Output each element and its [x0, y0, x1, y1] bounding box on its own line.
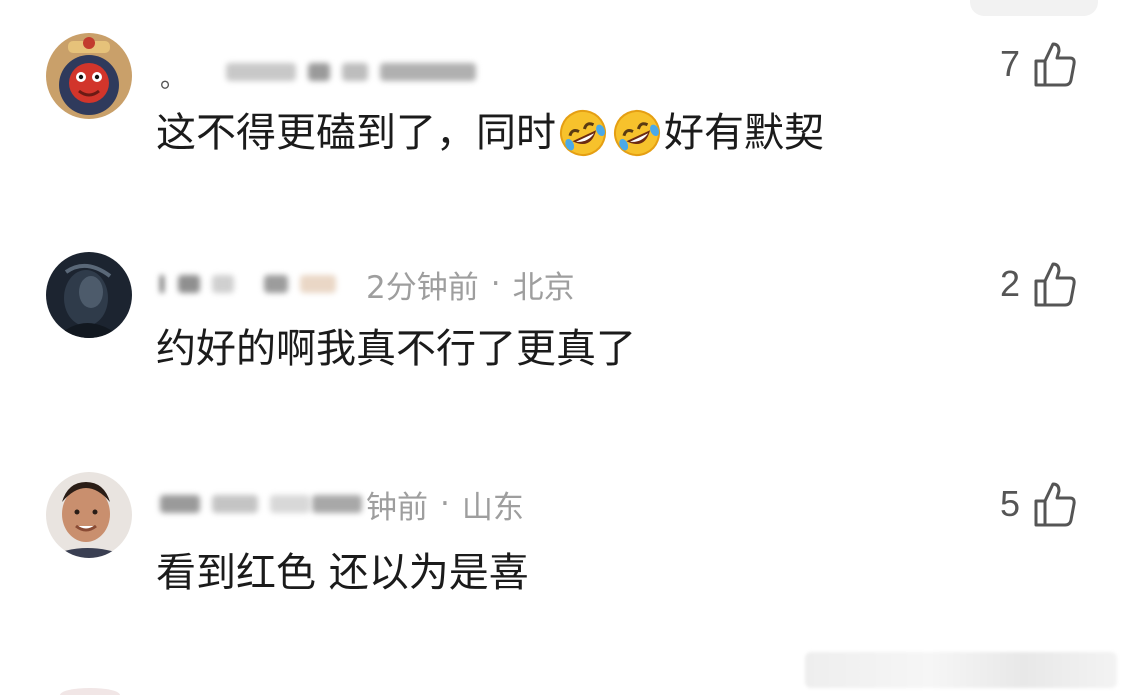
meta-separator: ·: [440, 486, 450, 522]
comment-meta: 钟前 · 山东: [160, 484, 524, 526]
comment-meta: 。: [160, 52, 488, 94]
blurred-username: [308, 63, 331, 81]
blurred-username: [226, 63, 297, 81]
comment-text-part: 约好的啊我真不行了更真了: [156, 326, 636, 372]
blurred-username: [212, 495, 258, 513]
comment-item: 。 这不得更磕到了，同时 好有默契 7: [0, 0, 1130, 200]
comment-meta: 2分钟前 · 北京: [160, 264, 575, 306]
thumbs-up-icon: [1034, 482, 1076, 527]
avatar[interactable]: [46, 472, 132, 558]
thumbs-up-icon: [1034, 42, 1076, 87]
like-button[interactable]: 2: [1000, 254, 1078, 314]
meta-separator: ·: [490, 266, 501, 302]
avatar[interactable]: [46, 33, 132, 119]
comment-text-part: 看到红色 还以为是喜: [156, 550, 529, 596]
comment-location: 北京: [512, 269, 575, 306]
comment-text: 约好的啊我真不行了更真了: [156, 323, 636, 375]
like-button[interactable]: 5: [1000, 474, 1078, 534]
rofl-emoji-icon: [614, 110, 660, 156]
blurred-username: [264, 275, 288, 293]
avatar-image: [46, 252, 132, 338]
comment-text: 看到红色 还以为是喜: [156, 547, 529, 599]
like-count: 2: [1000, 263, 1021, 304]
next-avatar-edge: [60, 688, 120, 695]
comment-text-part: 这不得更磕到了，同时: [156, 110, 556, 156]
avatar-image: [46, 472, 132, 558]
blurred-username: [380, 63, 477, 81]
comment-time: 钟前: [366, 489, 428, 526]
blurred-username: [342, 63, 369, 81]
comment-time: 2分钟前: [366, 269, 479, 306]
blurred-username: [300, 275, 336, 293]
rofl-emoji-icon: [560, 110, 606, 156]
avatar-image: [46, 33, 132, 119]
comment-text: 这不得更磕到了，同时 好有默契: [156, 107, 824, 159]
blurred-username: [312, 495, 362, 513]
comment-item: 2分钟前 · 北京 约好的啊我真不行了更真了 2: [0, 220, 1130, 420]
blurred-username: [212, 275, 234, 293]
blurred-username: [270, 495, 310, 513]
comment-location: 山东: [461, 489, 524, 526]
thumbs-up-icon: [1034, 262, 1076, 307]
watermark: [805, 652, 1117, 688]
blurred-username: [160, 275, 164, 293]
like-count: 7: [1000, 43, 1021, 84]
comment-text-part: 好有默契: [664, 110, 824, 156]
like-button[interactable]: 7: [1000, 34, 1078, 94]
comment-list-screen: 。 这不得更磕到了，同时 好有默契 7 2分钟前 · 北京 约好的啊我真不行了更…: [0, 0, 1130, 695]
comment-item: 钟前 · 山东 看到红色 还以为是喜 5: [0, 440, 1130, 640]
blurred-username: [160, 495, 200, 513]
avatar[interactable]: [46, 252, 132, 338]
like-count: 5: [1000, 483, 1021, 524]
username-dot: 。: [160, 63, 187, 94]
blurred-username: [178, 275, 200, 293]
